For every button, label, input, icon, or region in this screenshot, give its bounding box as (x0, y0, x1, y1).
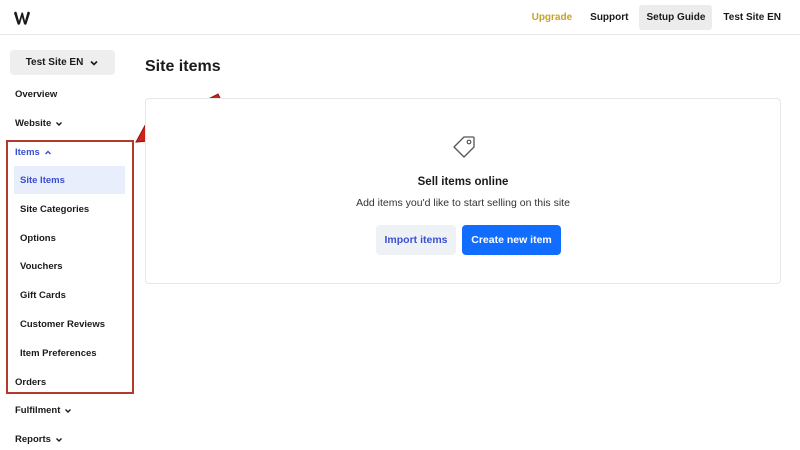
site-name-menu[interactable]: Test Site EN (716, 5, 788, 30)
chevron-up-icon (44, 150, 51, 154)
sidebar-subitem-label: Item Preferences (20, 347, 97, 359)
chevron-down-icon (55, 437, 62, 442)
empty-state-heading: Sell items online (417, 176, 509, 188)
site-switcher-label: Test Site EN (25, 57, 84, 68)
sidebar-item-label: Fulfilment (15, 405, 61, 416)
chevron-down-icon (90, 60, 98, 66)
price-tag-icon (453, 136, 475, 158)
sidebar-item-label: Website (15, 118, 52, 129)
chevron-down-icon (56, 121, 63, 126)
sidebar-item-orders[interactable]: Orders (15, 377, 46, 388)
sidebar-subitem-label: Gift Cards (20, 289, 66, 301)
sidebar-item-label: Overview (15, 89, 58, 100)
sidebar-subitem-site-categories[interactable]: Site Categories (14, 195, 125, 223)
sidebar-item-label: Reports (15, 434, 51, 445)
site-switcher-dropdown[interactable]: Test Site EN (10, 50, 115, 75)
sidebar-item-items[interactable]: Items (15, 147, 52, 158)
sidebar-subitem-label: Site Categories (20, 203, 90, 215)
sidebar-subitem-label: Options (20, 232, 56, 244)
sidebar-subitem-gift-cards[interactable]: Gift Cards (14, 281, 125, 309)
sidebar-subitem-label: Customer Reviews (20, 318, 106, 330)
empty-state-description: Add items you'd like to start selling on… (356, 197, 570, 209)
sidebar-subitem-label: Vouchers (20, 260, 63, 272)
top-nav: Upgrade Support Setup Guide Test Site EN (525, 4, 788, 31)
create-new-item-button[interactable]: Create new item (462, 225, 561, 255)
setup-guide-button[interactable]: Setup Guide (639, 5, 713, 30)
sidebar-subitem-vouchers[interactable]: Vouchers (14, 252, 125, 280)
weebly-w-icon[interactable] (13, 10, 31, 26)
sidebar-subitem-label: Site Items (20, 174, 65, 186)
sidebar-item-website[interactable]: Website (15, 118, 63, 129)
import-items-button[interactable]: Import items (376, 225, 456, 255)
empty-state-card: Sell items online Add items you'd like t… (145, 98, 781, 284)
sidebar-subitem-customer-reviews[interactable]: Customer Reviews (14, 310, 125, 338)
upgrade-link[interactable]: Upgrade (525, 5, 580, 30)
support-link[interactable]: Support (583, 5, 635, 30)
top-bar: Upgrade Support Setup Guide Test Site EN (0, 0, 800, 35)
sidebar-subitem-site-items[interactable]: Site Items (14, 166, 125, 194)
sidebar-subitem-item-preferences[interactable]: Item Preferences (14, 339, 125, 367)
sidebar-subitem-options[interactable]: Options (14, 224, 125, 252)
sidebar-item-fulfilment[interactable]: Fulfilment (15, 405, 72, 416)
sidebar-item-label: Orders (15, 377, 47, 388)
sidebar-item-label: Items (15, 147, 40, 158)
chevron-down-icon (65, 408, 72, 413)
page-title: Site items (145, 58, 221, 75)
sidebar-item-overview[interactable]: Overview (15, 89, 57, 100)
sidebar-item-reports[interactable]: Reports (15, 434, 63, 445)
